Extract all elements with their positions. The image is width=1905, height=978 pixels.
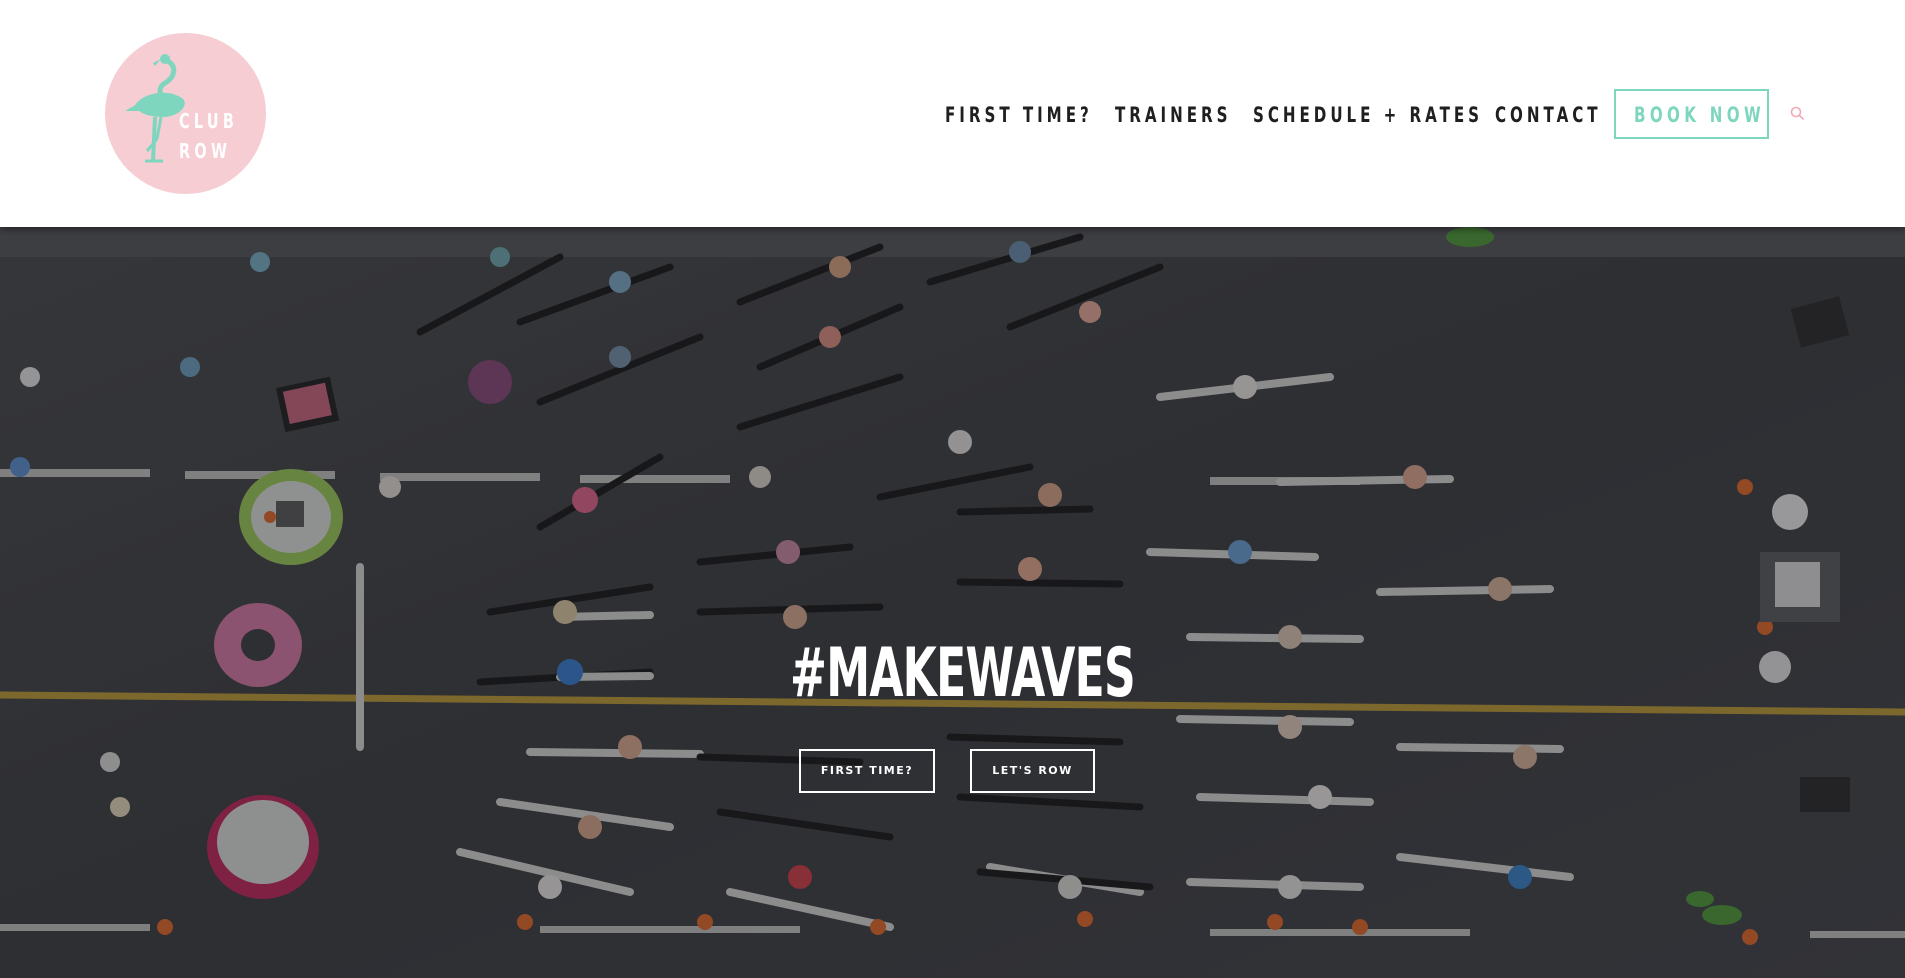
- search-button[interactable]: [1789, 105, 1807, 123]
- lets-row-button[interactable]: LET'S ROW: [970, 749, 1095, 793]
- hero-overlay: [0, 227, 1905, 978]
- first-time-button[interactable]: FIRST TIME?: [799, 749, 935, 793]
- book-now-label: BOOK NOW: [1634, 103, 1765, 127]
- nav-contact[interactable]: CONTACT: [1495, 103, 1602, 127]
- lets-row-button-label: LET'S ROW: [992, 764, 1073, 777]
- nav-schedule-rates[interactable]: SCHEDULE + RATES: [1253, 103, 1483, 127]
- logo-text-row: ROW: [179, 139, 232, 163]
- first-time-button-label: FIRST TIME?: [820, 764, 914, 777]
- nav-trainers[interactable]: TRAINERS: [1115, 103, 1231, 127]
- hero-headline: #MAKEWAVES: [790, 634, 1136, 713]
- logo-text-club: CLUB: [179, 109, 239, 133]
- search-icon: [1790, 106, 1804, 120]
- site-header: CLUB ROW FIRST TIME? TRAINERS SCHEDULE +…: [0, 0, 1905, 227]
- hero-section: #MAKEWAVES FIRST TIME? LET'S ROW: [0, 227, 1905, 978]
- club-row-logo[interactable]: CLUB ROW: [105, 33, 266, 194]
- nav-first-time[interactable]: FIRST TIME?: [945, 103, 1093, 127]
- book-now-button[interactable]: BOOK NOW: [1614, 89, 1769, 139]
